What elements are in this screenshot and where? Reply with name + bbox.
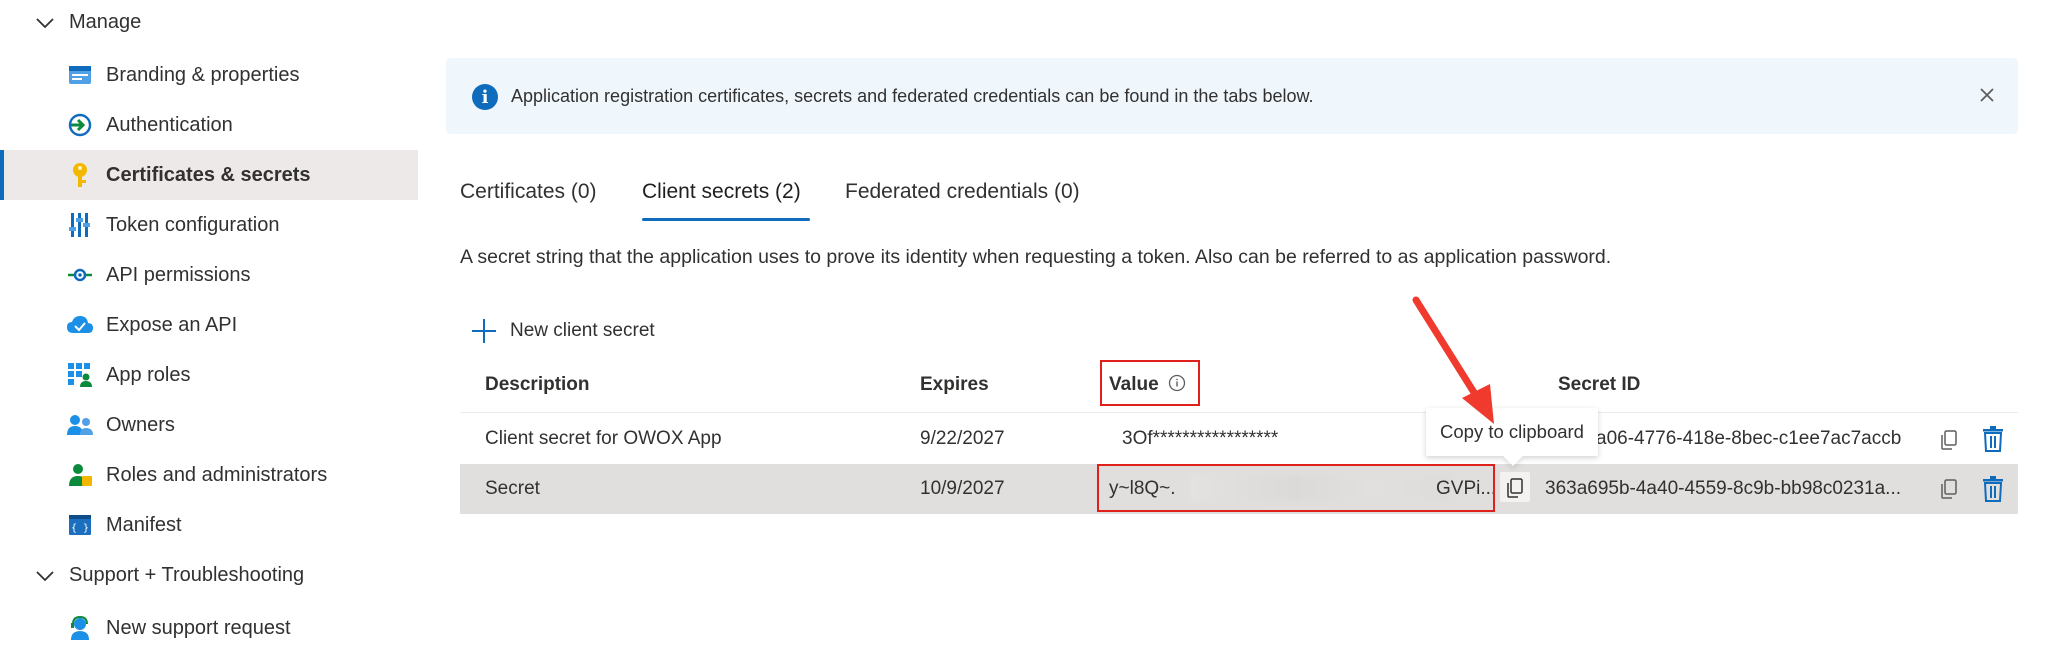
- roles-admin-icon: [66, 461, 94, 489]
- column-header-expires: Expires: [920, 374, 989, 395]
- sidebar-item-app-roles[interactable]: App roles: [0, 350, 418, 400]
- sidebar-item-label: Token configuration: [106, 213, 280, 236]
- plus-icon: [470, 317, 498, 345]
- sidebar-item-label: Authentication: [106, 113, 233, 136]
- sidebar-item-expose-api[interactable]: Expose an API: [0, 300, 418, 350]
- active-tab-indicator: [642, 218, 810, 221]
- info-banner: i Application registration certificates,…: [446, 58, 2018, 134]
- tab-federated-credentials[interactable]: Federated credentials (0): [845, 180, 1080, 204]
- value-header-highlight: [1100, 360, 1200, 406]
- value-cell-highlight: [1097, 464, 1495, 512]
- sidebar-item-branding[interactable]: Branding & properties: [0, 50, 418, 100]
- support-section-header[interactable]: Support + Troubleshooting: [0, 555, 418, 595]
- chevron-down-icon: [36, 571, 54, 582]
- sidebar-nav: Manage Branding & properties Authenticat…: [0, 0, 418, 666]
- close-icon[interactable]: [1974, 82, 2000, 108]
- cloud-icon: [66, 311, 94, 339]
- sidebar-item-label: Manifest: [106, 513, 182, 536]
- sidebar-item-authentication[interactable]: Authentication: [0, 100, 418, 150]
- copy-icon[interactable]: [1938, 428, 1960, 452]
- tab-client-secrets[interactable]: Client secrets (2): [642, 180, 801, 204]
- client-secrets-description: A secret string that the application use…: [460, 246, 1612, 268]
- branding-icon: [66, 61, 94, 89]
- authentication-icon: [66, 111, 94, 139]
- info-banner-message: Application registration certificates, s…: [511, 86, 1314, 106]
- sidebar-item-api-permissions[interactable]: API permissions: [0, 250, 418, 300]
- owners-icon: [66, 411, 94, 439]
- sidebar-item-label: Expose an API: [106, 313, 238, 336]
- sidebar-item-certificates-secrets[interactable]: Certificates & secrets: [0, 150, 418, 200]
- info-icon: i: [472, 84, 498, 110]
- table-row[interactable]: Client secret for OWOX App 9/22/2027 3Of…: [460, 414, 2018, 464]
- key-icon: [66, 161, 94, 189]
- column-header-secret-id: Secret ID: [1558, 374, 1641, 395]
- secret-expires: 10/9/2027: [920, 478, 1005, 499]
- sidebar-item-label: Certificates & secrets: [106, 163, 311, 186]
- token-config-icon: [66, 211, 94, 239]
- manage-section-label: Manage: [69, 10, 142, 33]
- header-divider: [460, 412, 2018, 413]
- new-client-secret-label: New client secret: [510, 320, 655, 341]
- copy-value-button[interactable]: [1500, 472, 1530, 502]
- sidebar-item-label: App roles: [106, 363, 191, 386]
- support-section-label: Support + Troubleshooting: [69, 563, 305, 586]
- tab-certificates[interactable]: Certificates (0): [460, 180, 597, 204]
- copy-icon: [1507, 478, 1523, 498]
- manifest-icon: { }: [66, 511, 94, 539]
- new-client-secret-button[interactable]: New client secret: [470, 316, 655, 346]
- sidebar-item-label: New support request: [106, 616, 291, 639]
- sidebar-item-label: Branding & properties: [106, 63, 300, 86]
- sidebar-item-manifest[interactable]: { } Manifest: [0, 500, 418, 550]
- secret-description: Client secret for OWOX App: [485, 428, 722, 449]
- svg-text:{ }: { }: [71, 523, 89, 534]
- sidebar-item-owners[interactable]: Owners: [0, 400, 418, 450]
- copy-icon[interactable]: [1938, 477, 1960, 501]
- secret-value-masked: 3Of*****************: [1122, 428, 1279, 449]
- delete-icon[interactable]: [1982, 476, 2004, 502]
- manage-section-header[interactable]: Manage: [0, 2, 418, 42]
- sidebar-item-label: API permissions: [106, 263, 251, 286]
- support-agent-icon: [66, 614, 94, 642]
- secret-id: 363a695b-4a40-4559-8c9b-bb98c0231a...: [1545, 478, 1902, 499]
- copy-tooltip: Copy to clipboard: [1426, 408, 1598, 456]
- column-header-description: Description: [485, 374, 590, 395]
- sidebar-item-label: Owners: [106, 413, 175, 436]
- secret-description: Secret: [485, 478, 540, 499]
- sidebar-item-new-support-request[interactable]: New support request: [0, 603, 418, 653]
- sidebar-item-roles-administrators[interactable]: Roles and administrators: [0, 450, 418, 500]
- sidebar-item-label: Roles and administrators: [106, 463, 328, 486]
- app-roles-icon: [66, 361, 94, 389]
- api-permissions-icon: [66, 261, 94, 289]
- secret-expires: 9/22/2027: [920, 428, 1005, 449]
- chevron-down-icon: [36, 18, 54, 29]
- sidebar-item-token-configuration[interactable]: Token configuration: [0, 200, 418, 250]
- delete-icon[interactable]: [1982, 426, 2004, 452]
- secret-id: a06-4776-418e-8bec-c1ee7ac7accb: [1596, 428, 1902, 449]
